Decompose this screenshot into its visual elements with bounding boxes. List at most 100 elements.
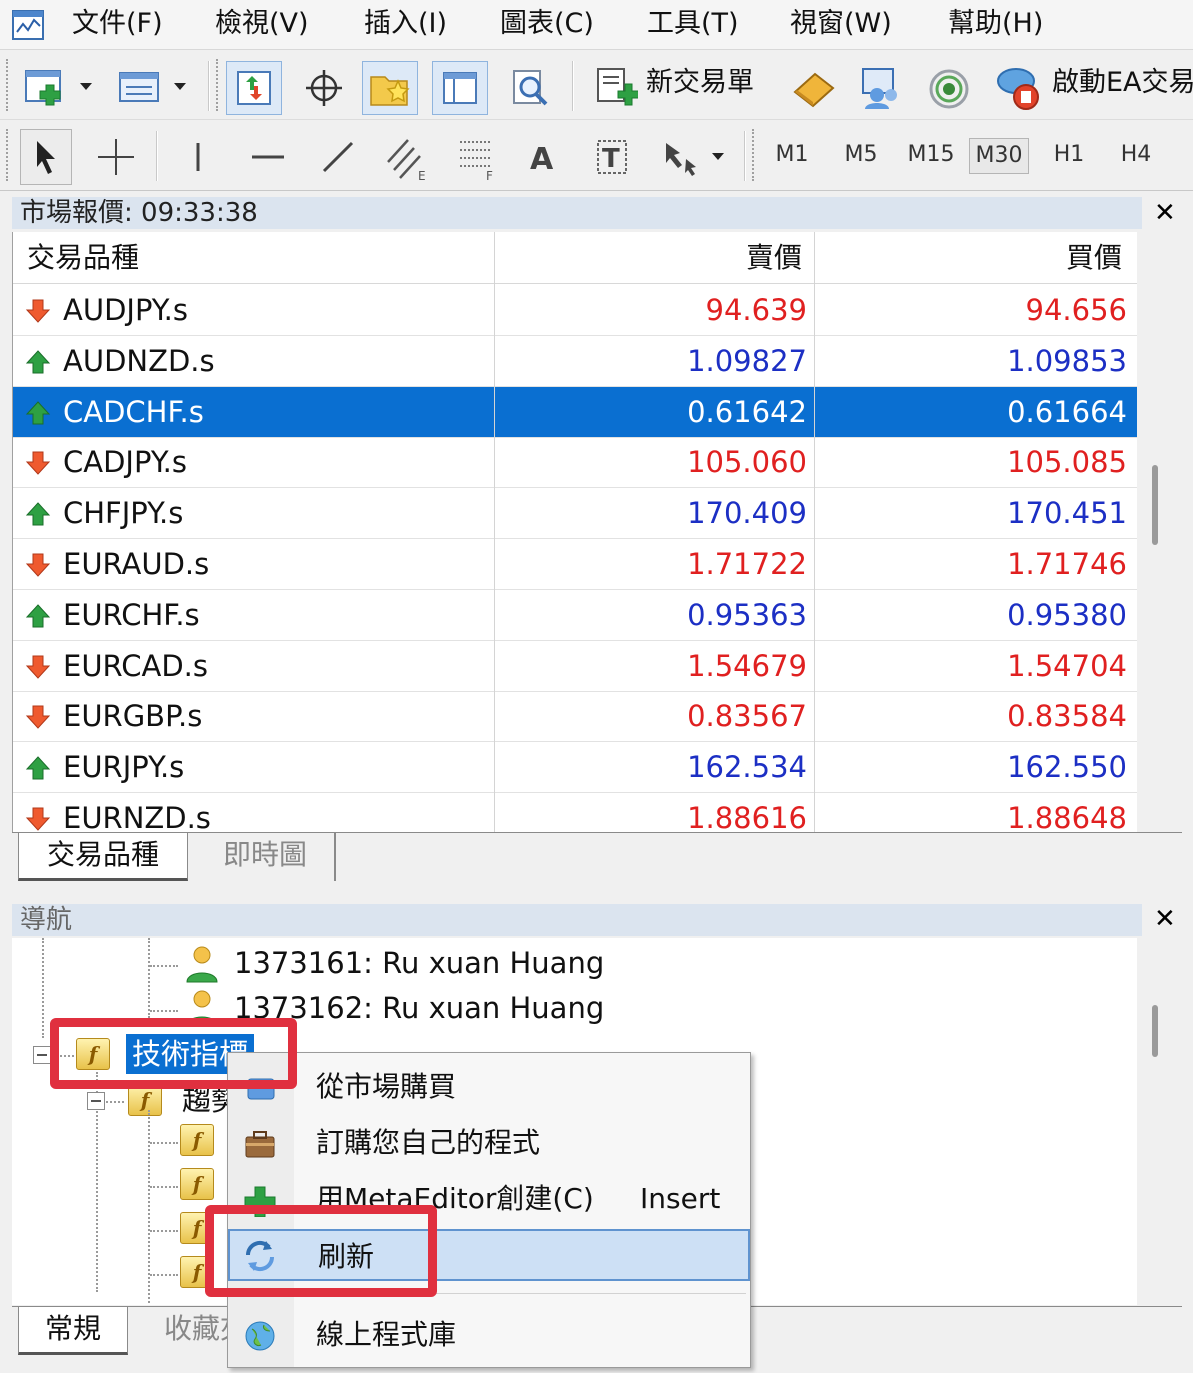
column-header-symbol[interactable]: 交易品種 <box>27 240 139 276</box>
timeframe-h4[interactable]: H4 <box>1106 138 1166 172</box>
fibonacci-icon: F <box>460 141 493 182</box>
autotrading-icon-button[interactable] <box>990 61 1046 115</box>
tab-symbols[interactable]: 交易品種 <box>18 833 188 881</box>
vertical-line-button[interactable] <box>172 131 224 183</box>
svg-text:A: A <box>530 142 554 177</box>
data-window-button[interactable] <box>296 61 352 115</box>
table-row[interactable]: EURCHF.s 0.95363 0.95380 <box>13 590 1137 641</box>
market-watch-tabs: 交易品種 即時圖 <box>12 832 1182 884</box>
tab-tick-chart[interactable]: 即時圖 <box>196 833 336 881</box>
highlight-box-indicators <box>50 1018 297 1089</box>
menu-insert[interactable]: 插入(I) <box>364 6 447 42</box>
toolbar-grip[interactable] <box>6 129 11 181</box>
timeframe-m15[interactable]: M15 <box>901 138 961 172</box>
navigator-title: 導航 <box>20 905 73 935</box>
new-chart-button[interactable] <box>22 65 96 109</box>
indicators-collapse-icon[interactable] <box>33 1046 51 1064</box>
table-row[interactable]: CADCHF.s 0.61642 0.61664 <box>13 386 1137 438</box>
timeframe-m30[interactable]: M30 <box>969 138 1029 174</box>
terminal-window-icon <box>443 72 477 104</box>
cursor-arrow-icon <box>37 141 55 174</box>
market-watch-scrollbar[interactable] <box>1152 465 1158 545</box>
table-row[interactable]: AUDNZD.s 1.09827 1.09853 <box>13 336 1137 387</box>
crosshair-icon <box>98 139 134 175</box>
menu-view[interactable]: 檢視(V) <box>215 6 309 42</box>
timeframe-m1[interactable]: M1 <box>762 138 822 172</box>
cursor-tool-button[interactable] <box>20 129 72 185</box>
market-watch-close-icon[interactable]: ✕ <box>1154 198 1176 228</box>
table-row[interactable]: EURAUD.s 1.71722 1.71746 <box>13 539 1137 590</box>
channel-icon: E <box>387 139 426 182</box>
autotrading-label[interactable]: 啟動EA交易 <box>1052 65 1193 101</box>
bid-cell: 1.88616 <box>687 801 807 832</box>
menu-item-order-own-program[interactable]: 訂購您自己的程式 <box>228 1117 750 1169</box>
menu-help[interactable]: 幫助(H) <box>948 6 1043 42</box>
timeframe-h1[interactable]: H1 <box>1039 138 1099 172</box>
menu-item-buy-from-market[interactable]: 從市場購買 <box>228 1061 750 1113</box>
trendline-icon <box>322 141 354 173</box>
text-tool-button[interactable]: A <box>516 131 568 183</box>
ask-cell: 94.656 <box>1025 293 1127 327</box>
new-order-label[interactable]: 新交易單 <box>646 65 754 101</box>
table-row[interactable]: EURCAD.s 1.54679 1.54704 <box>13 641 1137 692</box>
signals-button[interactable] <box>922 63 976 113</box>
community-button[interactable] <box>854 63 908 113</box>
svg-text:F: F <box>486 169 493 182</box>
menu-window[interactable]: 視窗(W) <box>790 6 892 42</box>
menu-tools[interactable]: 工具(T) <box>647 6 739 42</box>
text-label-button[interactable]: T <box>584 131 640 183</box>
bid-cell: 0.83567 <box>687 699 807 734</box>
new-order-icon-button[interactable] <box>592 63 640 113</box>
navigator-close-icon[interactable]: ✕ <box>1154 904 1176 934</box>
metaeditor-button[interactable] <box>786 63 840 113</box>
symbol-cell: CHFJPY.s <box>63 496 184 531</box>
toolbar-grip[interactable] <box>6 59 11 111</box>
shortcut-label: Insert <box>640 1182 721 1215</box>
market-watch-toggle-button[interactable] <box>226 61 282 115</box>
menu-charts[interactable]: 圖表(C) <box>500 6 594 42</box>
up-arrow-icon <box>25 604 51 628</box>
market-watch-table: 交易品種 賣價 買價 AUDJPY.s 94.639 94.656 AUDNZD.s 1… <box>12 232 1137 832</box>
market-watch-titlebar[interactable]: 市場報價: 09:33:38 <box>12 197 1142 229</box>
crosshair-tool-button[interactable] <box>90 131 142 183</box>
table-row[interactable]: AUDJPY.s 94.639 94.656 <box>13 285 1137 336</box>
terminal-toggle-button[interactable] <box>432 61 488 115</box>
column-header-bid[interactable]: 賣價 <box>746 240 802 276</box>
account-item[interactable]: 1373161: Ru xuan Huang <box>234 943 604 983</box>
table-row[interactable]: EURNZD.s 1.88616 1.88648 <box>13 793 1137 832</box>
profiles-button[interactable] <box>114 65 190 109</box>
bid-cell: 0.61642 <box>687 394 807 429</box>
menu-file[interactable]: 文件(F) <box>72 6 163 42</box>
horizontal-line-icon <box>252 155 284 159</box>
arrows-icon <box>666 143 724 176</box>
fibonacci-button[interactable]: F <box>446 129 502 185</box>
trendline-button[interactable] <box>310 131 366 183</box>
tester-magnifier-icon <box>513 70 548 106</box>
arrows-dropdown-button[interactable] <box>656 131 732 183</box>
symbol-cell: EURJPY.s <box>63 750 185 785</box>
table-row[interactable]: CHFJPY.s 170.409 170.451 <box>13 488 1137 540</box>
timeframe-m5[interactable]: M5 <box>831 138 891 172</box>
tab-common[interactable]: 常規 <box>18 1307 128 1355</box>
indicator-item-icon[interactable]: f <box>180 1168 214 1200</box>
ask-cell: 1.88648 <box>1007 801 1127 832</box>
svg-text:T: T <box>602 144 620 174</box>
symbol-cell: EURNZD.s <box>63 801 211 832</box>
navigator-scrollbar[interactable] <box>1152 1005 1158 1057</box>
menu-item-code-base[interactable]: 線上程式庫 <box>228 1309 750 1361</box>
table-row[interactable]: EURGBP.s 0.83567 0.83584 <box>13 691 1137 743</box>
horizontal-line-button[interactable] <box>240 131 296 183</box>
navigator-toggle-button[interactable] <box>362 61 418 115</box>
column-header-ask[interactable]: 買價 <box>1066 240 1122 276</box>
equidistant-channel-button[interactable]: E <box>378 129 434 185</box>
indicator-item-icon[interactable]: f <box>180 1124 214 1156</box>
navigator-titlebar[interactable]: 導航 <box>12 904 1142 936</box>
symbol-cell: AUDJPY.s <box>63 293 188 327</box>
symbol-cell: CADCHF.s <box>63 394 204 429</box>
svg-text:E: E <box>418 169 426 182</box>
table-row[interactable]: CADJPY.s 105.060 105.085 <box>13 437 1137 489</box>
strategy-tester-button[interactable] <box>502 61 558 115</box>
ask-cell: 1.54704 <box>1007 648 1127 683</box>
table-row[interactable]: EURJPY.s 162.534 162.550 <box>13 742 1137 794</box>
trend-collapse-icon[interactable] <box>87 1092 105 1110</box>
